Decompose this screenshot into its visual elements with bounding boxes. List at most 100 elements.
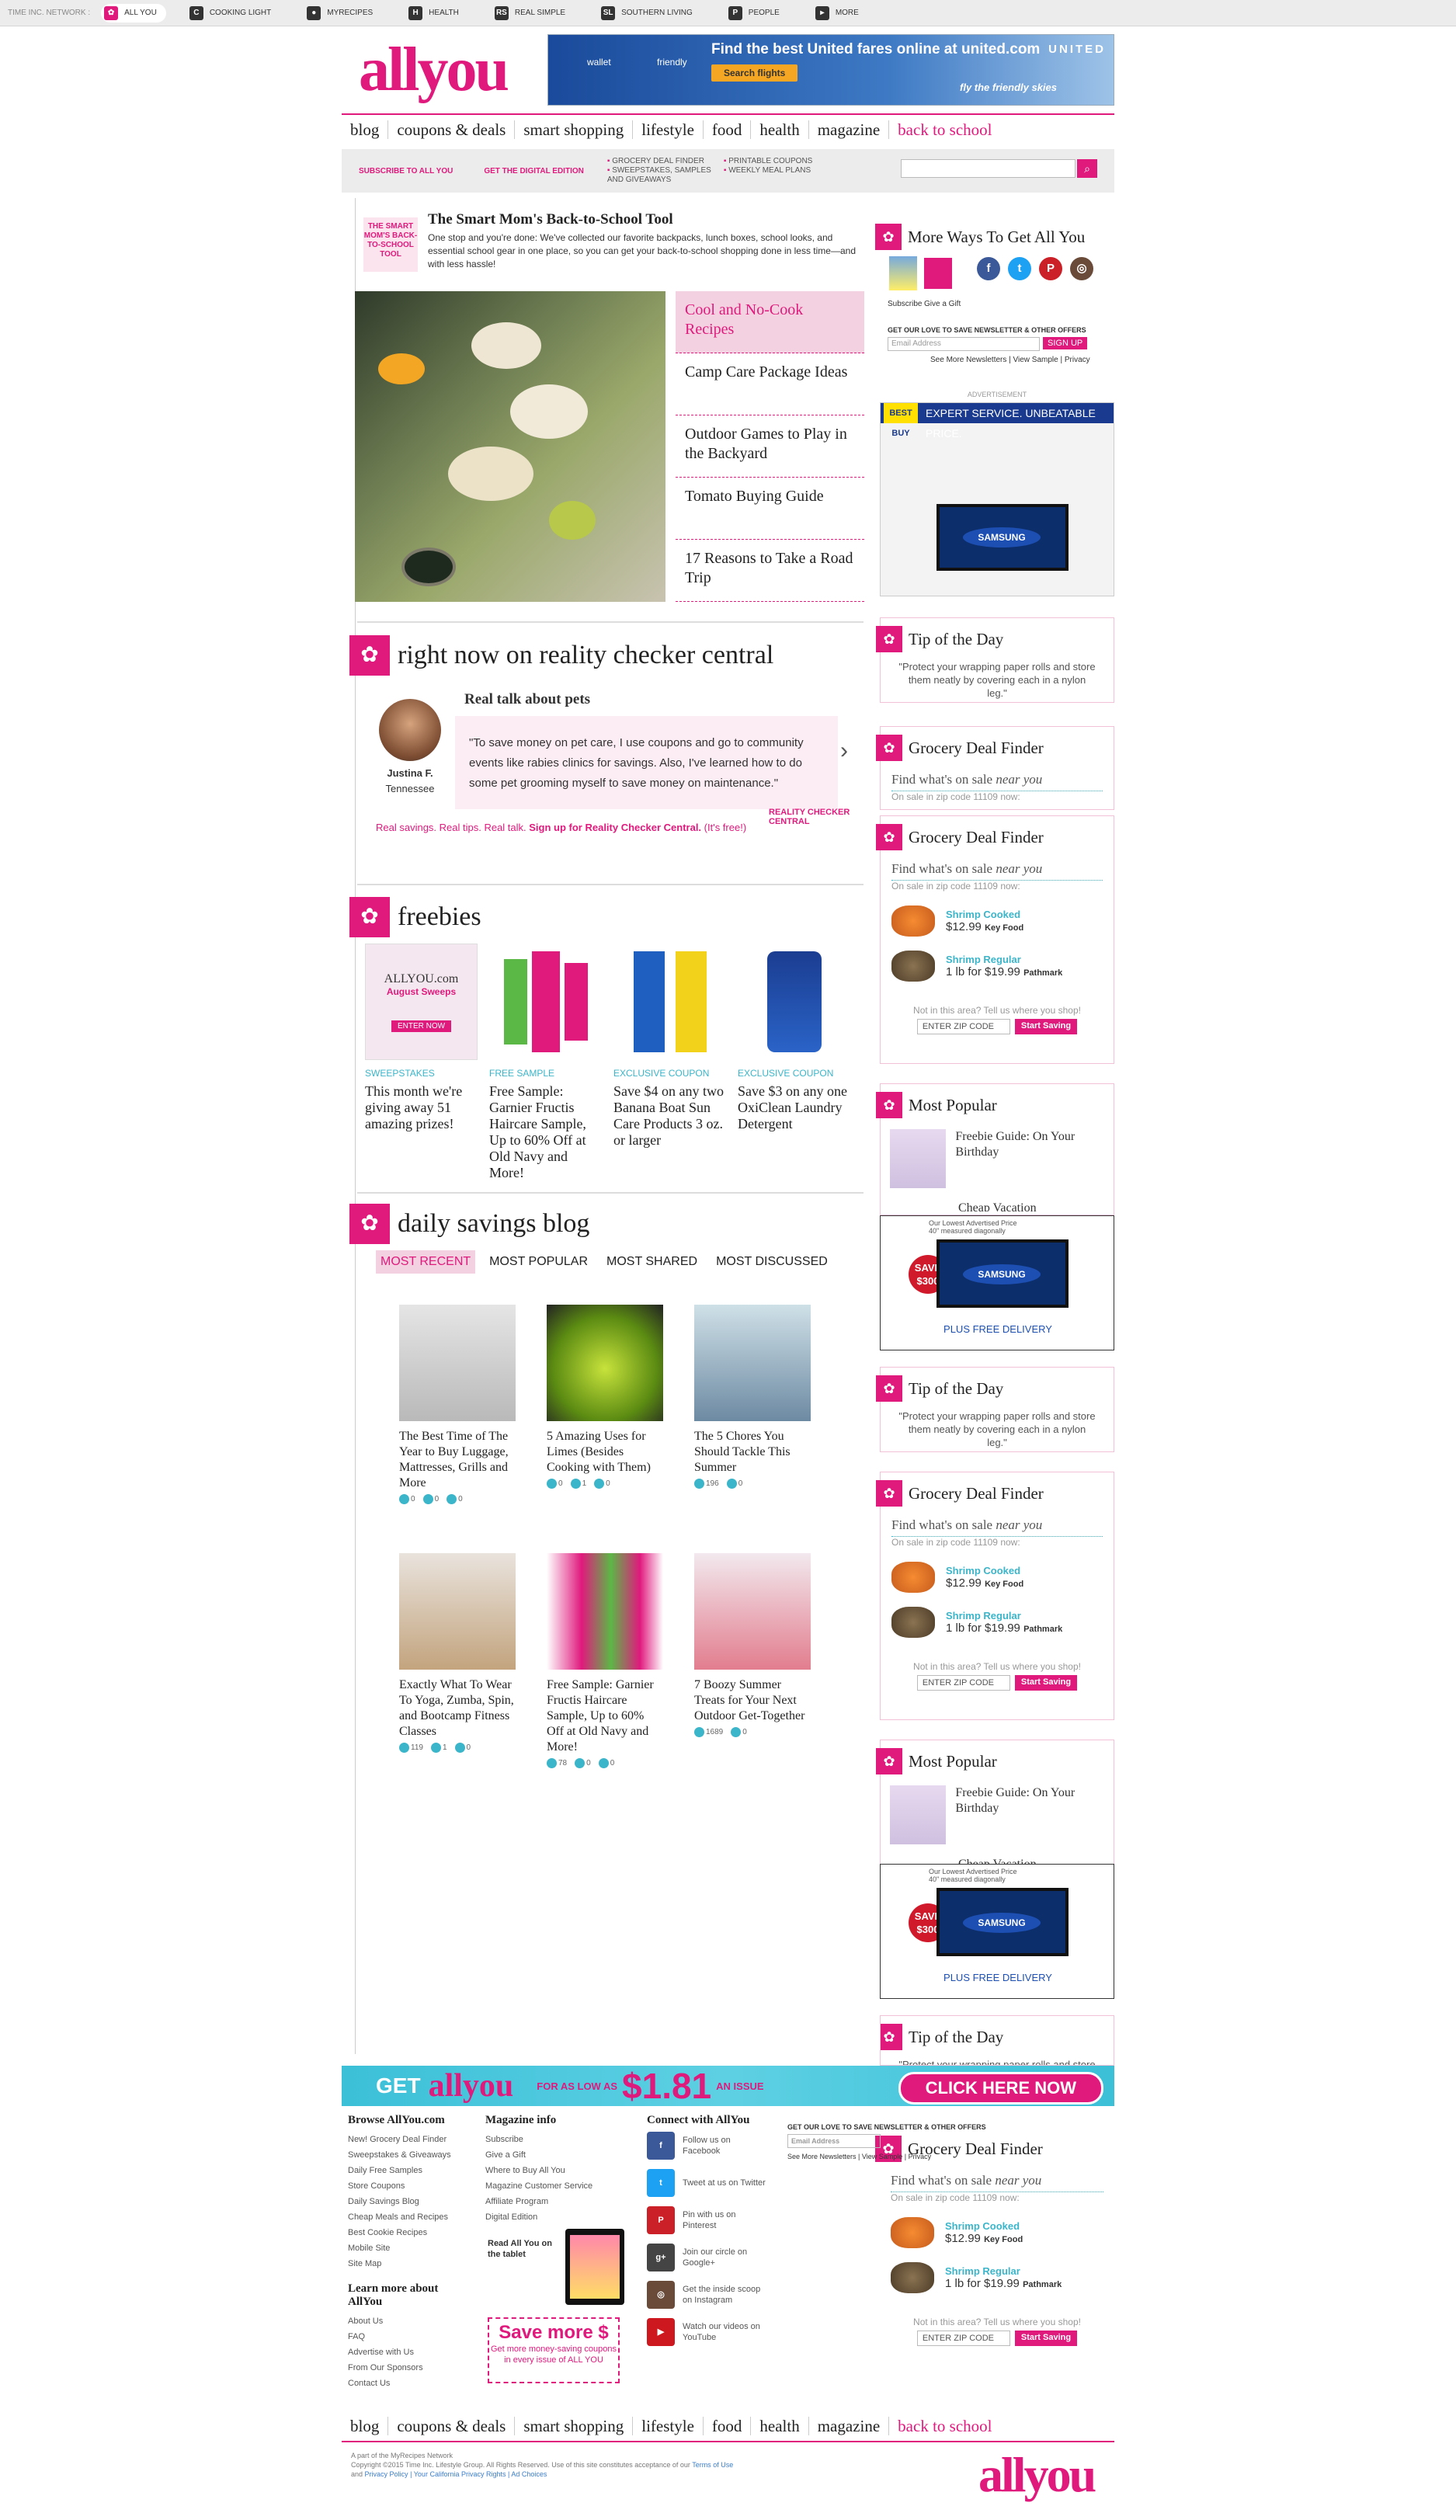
nav-smart-shopping[interactable]: smart shopping [515, 120, 634, 139]
samsung-ad[interactable]: Our Lowest Advertised Price 40" measured … [880, 1864, 1114, 1999]
nav-lifestyle[interactable]: lifestyle [633, 2417, 704, 2435]
nav-coupons[interactable]: coupons & deals [388, 2417, 516, 2435]
save-more-box[interactable]: Save more $ Get more money-saving coupon… [488, 2317, 620, 2383]
comment-icon[interactable]: 0 [455, 1743, 471, 1753]
footer-link[interactable]: About Us [348, 2313, 480, 2329]
hero-list-item[interactable]: 17 Reasons to Take a Road Trip [676, 540, 864, 602]
nav-smart-shopping[interactable]: smart shopping [515, 2417, 634, 2435]
footer-link[interactable]: Cheap Meals and Recipes [348, 2209, 480, 2225]
freebie-title[interactable]: This month we're giving away 51 amazing … [365, 1083, 478, 1132]
nav-health[interactable]: health [751, 2417, 809, 2435]
start-saving-button[interactable]: Start Saving [1014, 1019, 1078, 1034]
footer-link[interactable]: Sweepstakes & Giveaways [348, 2147, 480, 2163]
start-saving-button[interactable]: Start Saving [1014, 1675, 1078, 1691]
quick-link[interactable]: WEEKLY MEAL PLANS [724, 166, 840, 185]
post-title[interactable]: The 5 Chores You Should Tackle This Summ… [694, 1429, 811, 1476]
newsletter-links[interactable]: See More Newsletters | View Sample | Pri… [930, 356, 1090, 364]
footer-logo[interactable]: allyou [978, 2446, 1096, 2504]
popular-title[interactable]: Freebie Guide: On Your Birthday [955, 1129, 1114, 1188]
comment-icon[interactable]: 0 [447, 1494, 463, 1504]
nav-lifestyle[interactable]: lifestyle [633, 120, 704, 139]
blog-post[interactable]: 7 Boozy Summer Treats for Your Next Outd… [694, 1553, 811, 1737]
comment-icon[interactable]: 0 [599, 1758, 615, 1768]
footer-link[interactable]: Advertise with Us [348, 2344, 480, 2360]
twitter-share-icon[interactable]: 0 [575, 1758, 591, 1768]
footer-link[interactable]: Daily Savings Blog [348, 2194, 480, 2209]
freebie-card[interactable]: FREE SAMPLE Free Sample: Garnier Fructis… [489, 944, 602, 1181]
network-item-allyou[interactable]: ✿ ALL YOU [101, 3, 166, 23]
quick-link[interactable]: PRINTABLE COUPONS [724, 157, 840, 166]
newsletter-email-input[interactable]: Email Address [888, 337, 1040, 351]
network-item-more[interactable]: ▸ MORE [815, 5, 859, 20]
united-ad-banner[interactable]: wallet friendly Find the best United far… [547, 34, 1114, 106]
popular-item[interactable]: Freebie Guide: On Your Birthday [890, 1785, 1114, 1844]
zip-code-input[interactable]: ENTER ZIP CODE [916, 1019, 1010, 1034]
freebie-title[interactable]: Save $4 on any two Banana Boat Sun Care … [613, 1083, 726, 1149]
subscribe-promo-banner[interactable]: GET allyou FOR AS LOW AS $1.81 AN ISSUE … [342, 2066, 1114, 2106]
newsletter-signup-button[interactable]: SIGN UP [1043, 337, 1088, 349]
subscribe-link[interactable]: SUBSCRIBE TO ALL YOU [359, 167, 453, 176]
hero-image[interactable] [355, 291, 665, 602]
footer-link[interactable]: Subscribe [485, 2132, 641, 2147]
comment-icon[interactable]: 0 [731, 1727, 747, 1737]
footer-link[interactable]: Mobile Site [348, 2240, 480, 2256]
terms-link[interactable]: Terms of Use [692, 2461, 733, 2469]
nav-back-to-school[interactable]: back to school [889, 120, 1000, 139]
freebie-card[interactable]: EXCLUSIVE COUPON Save $3 on any one OxiC… [738, 944, 850, 1132]
instagram-icon[interactable]: ◎ [1070, 257, 1093, 280]
pinterest-icon[interactable]: P [1039, 257, 1062, 280]
footer-link[interactable]: Daily Free Samples [348, 2163, 480, 2178]
search-input[interactable] [901, 159, 1075, 178]
facebook-share-icon[interactable]: 119 [399, 1743, 423, 1753]
social-row[interactable]: ◎ Get the inside scoop on Instagram [647, 2281, 779, 2309]
bestbuy-ad[interactable]: BEST BUY EXPERT SERVICE. UNBEATABLE PRIC… [880, 402, 1114, 596]
footer-link[interactable]: Contact Us [348, 2376, 480, 2391]
back-to-school-promo[interactable]: THE SMART MOM'S BACK-TO-SCHOOL TOOL The … [363, 208, 860, 278]
post-title[interactable]: The Best Time of The Year to Buy Luggage… [399, 1429, 516, 1491]
tab-most-discussed[interactable]: MOST DISCUSSED [711, 1250, 832, 1274]
tab-most-popular[interactable]: MOST POPULAR [485, 1250, 592, 1274]
post-title[interactable]: 5 Amazing Uses for Limes (Besides Cookin… [547, 1429, 663, 1476]
nav-blog[interactable]: blog [342, 2417, 389, 2435]
nav-magazine[interactable]: magazine [809, 2417, 890, 2435]
blog-post[interactable]: Free Sample: Garnier Fructis Haircare Sa… [547, 1553, 663, 1768]
click-here-now-button[interactable]: CLICK HERE NOW [898, 2072, 1103, 2105]
nav-blog[interactable]: blog [342, 120, 389, 139]
nav-coupons[interactable]: coupons & deals [388, 120, 516, 139]
blog-post[interactable]: Exactly What To Wear To Yoga, Zumba, Spi… [399, 1553, 516, 1753]
freebie-title[interactable]: Save $3 on any one OxiClean Laundry Dete… [738, 1083, 850, 1132]
chevron-right-icon[interactable]: › [840, 738, 848, 764]
signup-link[interactable]: Sign up for Reality Checker Central. [529, 822, 701, 833]
footer-link[interactable]: From Our Sponsors [348, 2360, 480, 2376]
network-item-realsimple[interactable]: RS REAL SIMPLE [494, 5, 565, 20]
footer-link[interactable]: New! Grocery Deal Finder [348, 2132, 480, 2147]
tab-most-recent[interactable]: MOST RECENT [376, 1250, 476, 1274]
tab-most-shared[interactable]: MOST SHARED [602, 1250, 702, 1274]
social-row[interactable]: t Tweet at us on Twitter [647, 2169, 779, 2197]
california-privacy-link[interactable]: | Your California Privacy Rights [410, 2470, 506, 2478]
blog-post[interactable]: 5 Amazing Uses for Limes (Besides Cookin… [547, 1305, 663, 1489]
hero-list-item[interactable]: Tomato Buying Guide [676, 478, 864, 540]
subscribe-link[interactable]: Subscribe [888, 300, 922, 308]
comment-icon[interactable]: 0 [727, 1479, 743, 1489]
comment-icon[interactable]: 0 [594, 1479, 610, 1489]
network-item-cookinglight[interactable]: C COOKING LIGHT [189, 5, 271, 20]
nav-back-to-school[interactable]: back to school [889, 2417, 1000, 2435]
tablet-promo[interactable]: Read All You on the tablet [488, 2229, 627, 2316]
post-title[interactable]: Exactly What To Wear To Yoga, Zumba, Spi… [399, 1677, 516, 1740]
allyou-logo[interactable]: allyou [359, 31, 545, 109]
social-row[interactable]: P Pin with us on Pinterest [647, 2206, 779, 2234]
footer-link[interactable]: Where to Buy All You [485, 2163, 641, 2178]
network-item-health[interactable]: H HEALTH [408, 5, 459, 20]
popular-item[interactable]: Freebie Guide: On Your Birthday [890, 1129, 1114, 1188]
gift-icon[interactable] [924, 258, 952, 289]
deal-item[interactable]: Shrimp Regular 1 lb for $19.99 Pathmark [891, 1607, 1114, 1638]
footer-link[interactable]: Magazine Customer Service [485, 2178, 641, 2194]
hero-list-item[interactable]: Cool and No-Cook Recipes [676, 291, 864, 353]
newsletter-links[interactable]: See More Newsletters | View Sample | Pri… [787, 2153, 986, 2160]
footer-link[interactable]: Give a Gift [485, 2147, 641, 2163]
twitter-share-icon[interactable]: 1 [571, 1479, 587, 1489]
footer-link[interactable]: FAQ [348, 2329, 480, 2344]
twitter-icon[interactable]: t [1008, 257, 1031, 280]
footer-link[interactable]: Best Cookie Recipes [348, 2225, 480, 2240]
